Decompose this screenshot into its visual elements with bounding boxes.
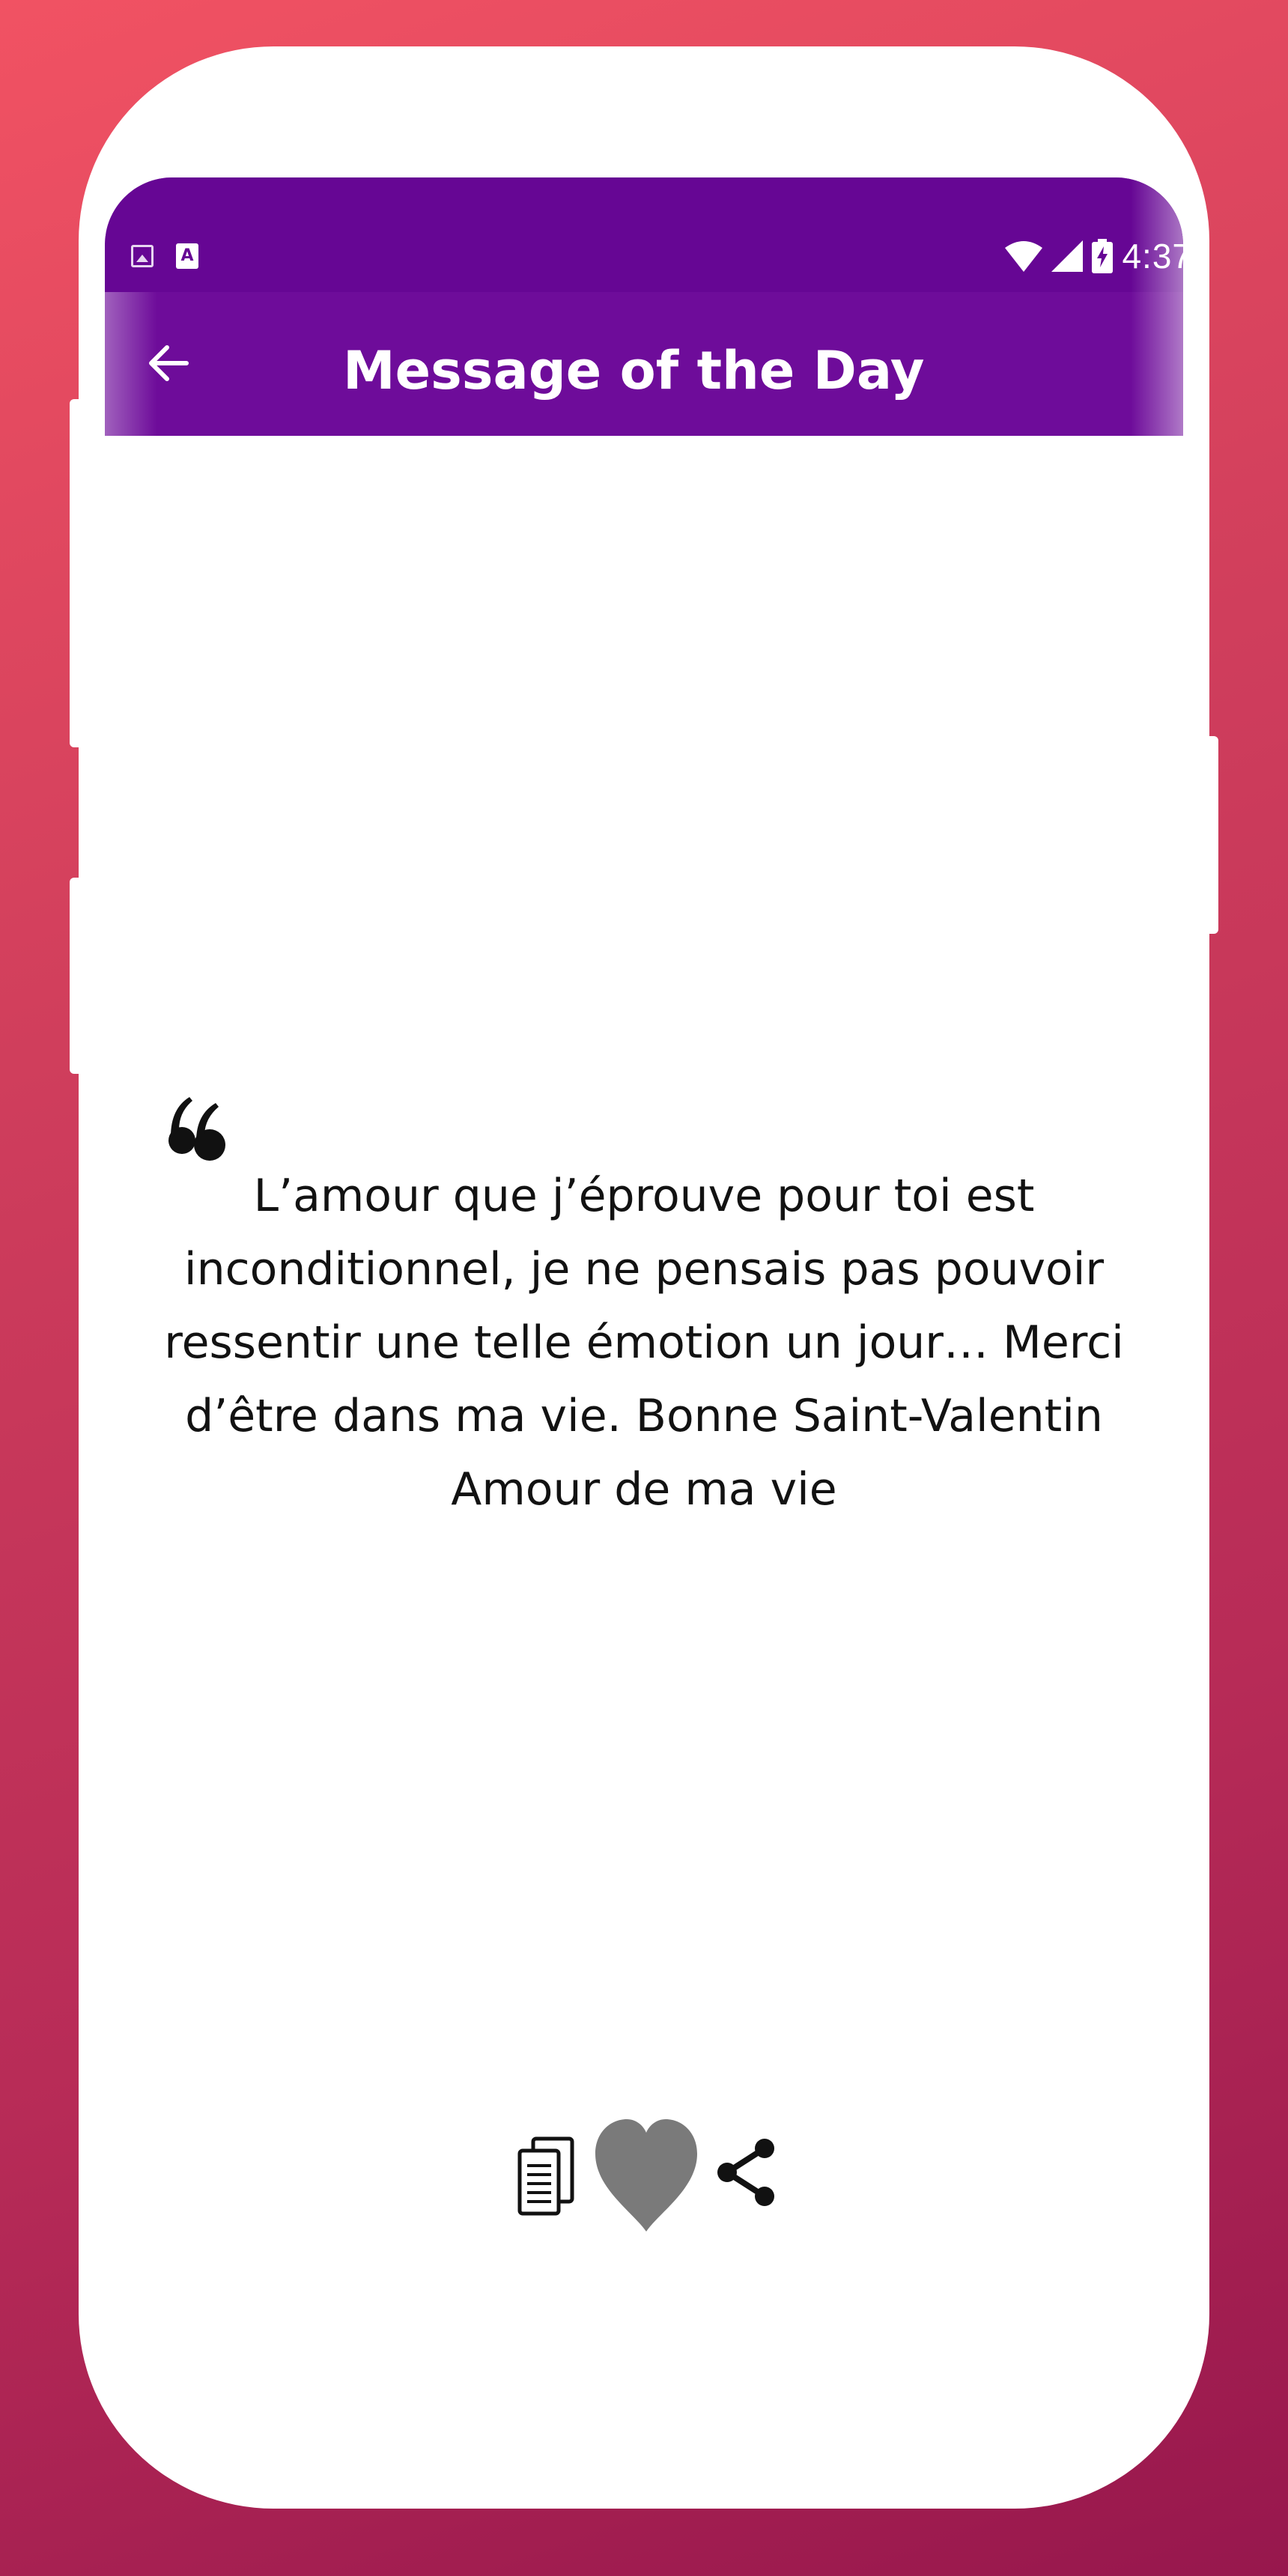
message-text: L’amour que j’éprouve pour toi est incon… [164,1170,1124,1516]
like-button[interactable] [594,2119,699,2232]
share-button[interactable] [715,2138,777,2207]
copy-button[interactable] [517,2136,575,2217]
a-icon: A [176,243,198,269]
battery-icon [1092,239,1114,273]
signal-icon [1051,240,1084,272]
status-system: 4:37 [1005,236,1183,276]
action-bar [509,2119,779,2232]
back-button[interactable] [139,333,198,393]
status-notifications: A [131,243,198,269]
status-time: 4:37 [1122,237,1183,276]
share-icon [717,2139,774,2206]
wifi-icon [1005,241,1043,272]
toolbar: Message of the Day [105,292,1183,436]
status-bar: A 4:37 [105,177,1183,292]
image-icon [131,245,154,267]
page-title: Message of the Day [343,340,925,401]
arrow-left-icon [149,345,189,381]
heart-icon [595,2119,697,2232]
quote-icon [168,1097,225,1161]
copy-icon [517,2136,574,2216]
app-header: A 4:37 Message of the Day [105,177,1183,436]
